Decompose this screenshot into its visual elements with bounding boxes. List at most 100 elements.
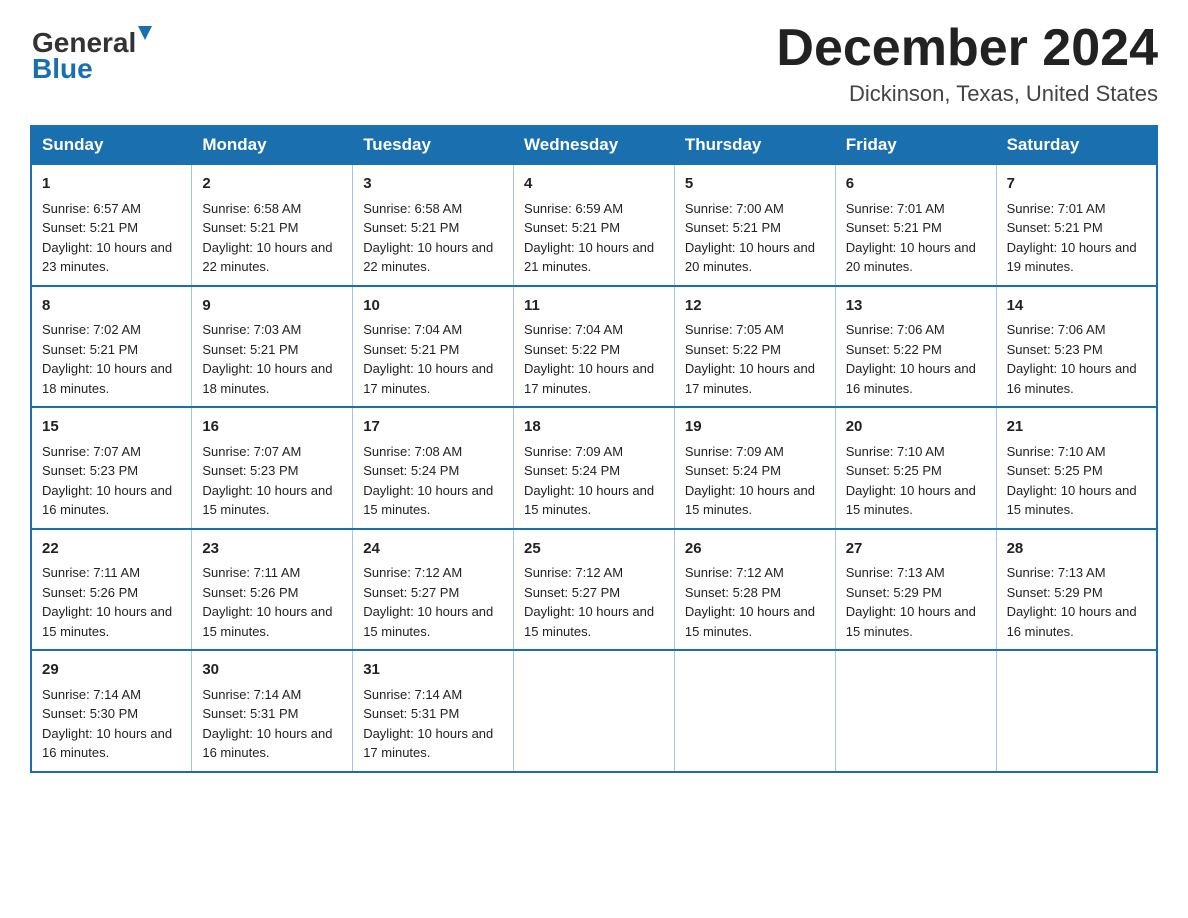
calendar-week-row: 22 Sunrise: 7:11 AMSunset: 5:26 PMDaylig… [31,529,1157,651]
day-info: Sunrise: 7:03 AMSunset: 5:21 PMDaylight:… [202,322,332,396]
day-info: Sunrise: 7:04 AMSunset: 5:21 PMDaylight:… [363,322,493,396]
table-row [514,650,675,772]
table-row: 16 Sunrise: 7:07 AMSunset: 5:23 PMDaylig… [192,407,353,529]
table-row: 10 Sunrise: 7:04 AMSunset: 5:21 PMDaylig… [353,286,514,408]
col-sunday: Sunday [31,126,192,164]
day-info: Sunrise: 7:11 AMSunset: 5:26 PMDaylight:… [42,565,172,639]
table-row: 14 Sunrise: 7:06 AMSunset: 5:23 PMDaylig… [996,286,1157,408]
day-info: Sunrise: 7:12 AMSunset: 5:27 PMDaylight:… [363,565,493,639]
day-info: Sunrise: 7:05 AMSunset: 5:22 PMDaylight:… [685,322,815,396]
day-number: 23 [202,538,342,561]
calendar-week-row: 1 Sunrise: 6:57 AMSunset: 5:21 PMDayligh… [31,164,1157,286]
day-number: 11 [524,295,664,318]
table-row: 6 Sunrise: 7:01 AMSunset: 5:21 PMDayligh… [835,164,996,286]
day-info: Sunrise: 6:57 AMSunset: 5:21 PMDaylight:… [42,201,172,275]
day-number: 21 [1007,416,1146,439]
day-number: 2 [202,173,342,196]
table-row: 25 Sunrise: 7:12 AMSunset: 5:27 PMDaylig… [514,529,675,651]
day-number: 28 [1007,538,1146,561]
day-number: 27 [846,538,986,561]
table-row: 27 Sunrise: 7:13 AMSunset: 5:29 PMDaylig… [835,529,996,651]
table-row: 21 Sunrise: 7:10 AMSunset: 5:25 PMDaylig… [996,407,1157,529]
day-info: Sunrise: 6:58 AMSunset: 5:21 PMDaylight:… [363,201,493,275]
table-row [674,650,835,772]
day-info: Sunrise: 6:59 AMSunset: 5:21 PMDaylight:… [524,201,654,275]
table-row: 15 Sunrise: 7:07 AMSunset: 5:23 PMDaylig… [31,407,192,529]
day-number: 8 [42,295,181,318]
day-number: 19 [685,416,825,439]
day-info: Sunrise: 6:58 AMSunset: 5:21 PMDaylight:… [202,201,332,275]
day-info: Sunrise: 7:10 AMSunset: 5:25 PMDaylight:… [846,444,976,518]
logo: General Blue [30,20,160,80]
day-number: 26 [685,538,825,561]
day-number: 24 [363,538,503,561]
day-info: Sunrise: 7:00 AMSunset: 5:21 PMDaylight:… [685,201,815,275]
day-number: 10 [363,295,503,318]
table-row: 30 Sunrise: 7:14 AMSunset: 5:31 PMDaylig… [192,650,353,772]
col-tuesday: Tuesday [353,126,514,164]
table-row: 23 Sunrise: 7:11 AMSunset: 5:26 PMDaylig… [192,529,353,651]
day-info: Sunrise: 7:06 AMSunset: 5:23 PMDaylight:… [1007,322,1137,396]
table-row: 3 Sunrise: 6:58 AMSunset: 5:21 PMDayligh… [353,164,514,286]
day-number: 20 [846,416,986,439]
calendar-table: Sunday Monday Tuesday Wednesday Thursday… [30,125,1158,773]
day-info: Sunrise: 7:01 AMSunset: 5:21 PMDaylight:… [846,201,976,275]
day-number: 14 [1007,295,1146,318]
title-block: December 2024 Dickinson, Texas, United S… [776,20,1158,107]
table-row: 18 Sunrise: 7:09 AMSunset: 5:24 PMDaylig… [514,407,675,529]
table-row: 12 Sunrise: 7:05 AMSunset: 5:22 PMDaylig… [674,286,835,408]
day-info: Sunrise: 7:13 AMSunset: 5:29 PMDaylight:… [1007,565,1137,639]
calendar-week-row: 29 Sunrise: 7:14 AMSunset: 5:30 PMDaylig… [31,650,1157,772]
day-info: Sunrise: 7:09 AMSunset: 5:24 PMDaylight:… [685,444,815,518]
day-number: 5 [685,173,825,196]
table-row: 31 Sunrise: 7:14 AMSunset: 5:31 PMDaylig… [353,650,514,772]
day-number: 25 [524,538,664,561]
table-row: 29 Sunrise: 7:14 AMSunset: 5:30 PMDaylig… [31,650,192,772]
day-info: Sunrise: 7:13 AMSunset: 5:29 PMDaylight:… [846,565,976,639]
table-row: 20 Sunrise: 7:10 AMSunset: 5:25 PMDaylig… [835,407,996,529]
day-number: 16 [202,416,342,439]
page-header: General Blue December 2024 Dickinson, Te… [30,20,1158,107]
day-number: 15 [42,416,181,439]
day-info: Sunrise: 7:14 AMSunset: 5:31 PMDaylight:… [202,687,332,761]
day-info: Sunrise: 7:06 AMSunset: 5:22 PMDaylight:… [846,322,976,396]
table-row: 8 Sunrise: 7:02 AMSunset: 5:21 PMDayligh… [31,286,192,408]
day-number: 29 [42,659,181,682]
calendar-header-row: Sunday Monday Tuesday Wednesday Thursday… [31,126,1157,164]
day-number: 4 [524,173,664,196]
logo-image: General Blue [30,20,160,80]
day-number: 3 [363,173,503,196]
day-info: Sunrise: 7:02 AMSunset: 5:21 PMDaylight:… [42,322,172,396]
day-number: 13 [846,295,986,318]
month-title: December 2024 [776,20,1158,77]
table-row: 11 Sunrise: 7:04 AMSunset: 5:22 PMDaylig… [514,286,675,408]
day-number: 7 [1007,173,1146,196]
col-saturday: Saturday [996,126,1157,164]
col-friday: Friday [835,126,996,164]
table-row: 17 Sunrise: 7:08 AMSunset: 5:24 PMDaylig… [353,407,514,529]
table-row: 9 Sunrise: 7:03 AMSunset: 5:21 PMDayligh… [192,286,353,408]
table-row: 26 Sunrise: 7:12 AMSunset: 5:28 PMDaylig… [674,529,835,651]
table-row: 1 Sunrise: 6:57 AMSunset: 5:21 PMDayligh… [31,164,192,286]
day-number: 17 [363,416,503,439]
table-row: 5 Sunrise: 7:00 AMSunset: 5:21 PMDayligh… [674,164,835,286]
calendar-week-row: 15 Sunrise: 7:07 AMSunset: 5:23 PMDaylig… [31,407,1157,529]
col-wednesday: Wednesday [514,126,675,164]
calendar-week-row: 8 Sunrise: 7:02 AMSunset: 5:21 PMDayligh… [31,286,1157,408]
table-row: 19 Sunrise: 7:09 AMSunset: 5:24 PMDaylig… [674,407,835,529]
day-info: Sunrise: 7:08 AMSunset: 5:24 PMDaylight:… [363,444,493,518]
table-row: 28 Sunrise: 7:13 AMSunset: 5:29 PMDaylig… [996,529,1157,651]
day-info: Sunrise: 7:10 AMSunset: 5:25 PMDaylight:… [1007,444,1137,518]
day-number: 18 [524,416,664,439]
table-row: 22 Sunrise: 7:11 AMSunset: 5:26 PMDaylig… [31,529,192,651]
table-row [835,650,996,772]
day-number: 31 [363,659,503,682]
day-info: Sunrise: 7:04 AMSunset: 5:22 PMDaylight:… [524,322,654,396]
table-row: 7 Sunrise: 7:01 AMSunset: 5:21 PMDayligh… [996,164,1157,286]
svg-text:Blue: Blue [32,53,93,80]
day-number: 6 [846,173,986,196]
day-info: Sunrise: 7:01 AMSunset: 5:21 PMDaylight:… [1007,201,1137,275]
day-info: Sunrise: 7:07 AMSunset: 5:23 PMDaylight:… [202,444,332,518]
day-info: Sunrise: 7:12 AMSunset: 5:27 PMDaylight:… [524,565,654,639]
day-info: Sunrise: 7:09 AMSunset: 5:24 PMDaylight:… [524,444,654,518]
